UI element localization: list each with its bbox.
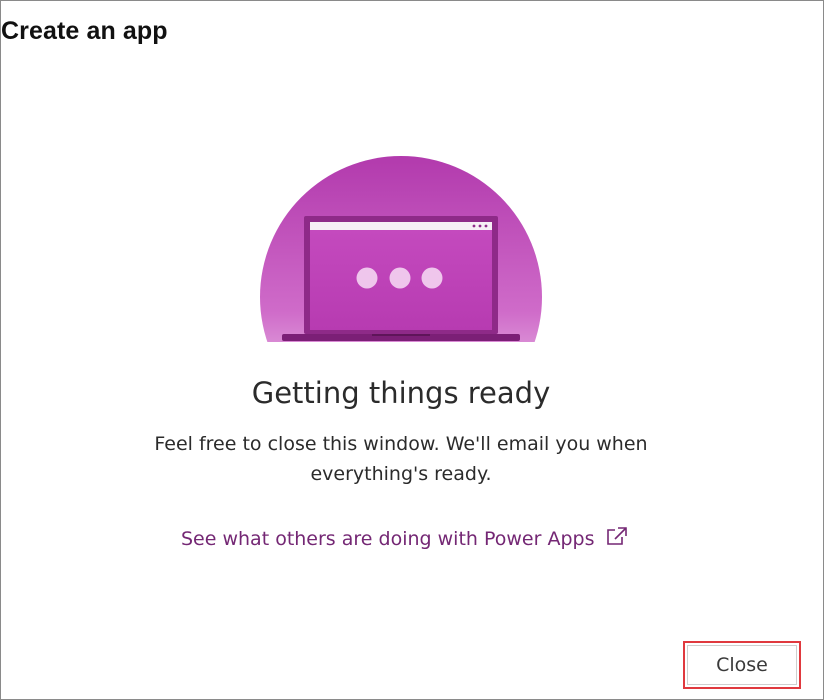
status-heading: Getting things ready (251, 376, 551, 410)
laptop-loading-illustration (260, 156, 542, 342)
close-button-label: Close (687, 645, 797, 685)
external-link-icon (606, 526, 628, 546)
power-apps-showcase-link[interactable]: See what others are doing with Power App… (181, 525, 628, 553)
close-button[interactable]: Close (683, 641, 801, 689)
status-message: Feel free to close this window. We'll em… (154, 433, 648, 485)
create-app-dialog: Create an app Getting things ready Feel … (0, 0, 824, 700)
link-label: See what others are doing with Power App… (181, 528, 595, 550)
dialog-title: Create an app (1, 17, 168, 45)
